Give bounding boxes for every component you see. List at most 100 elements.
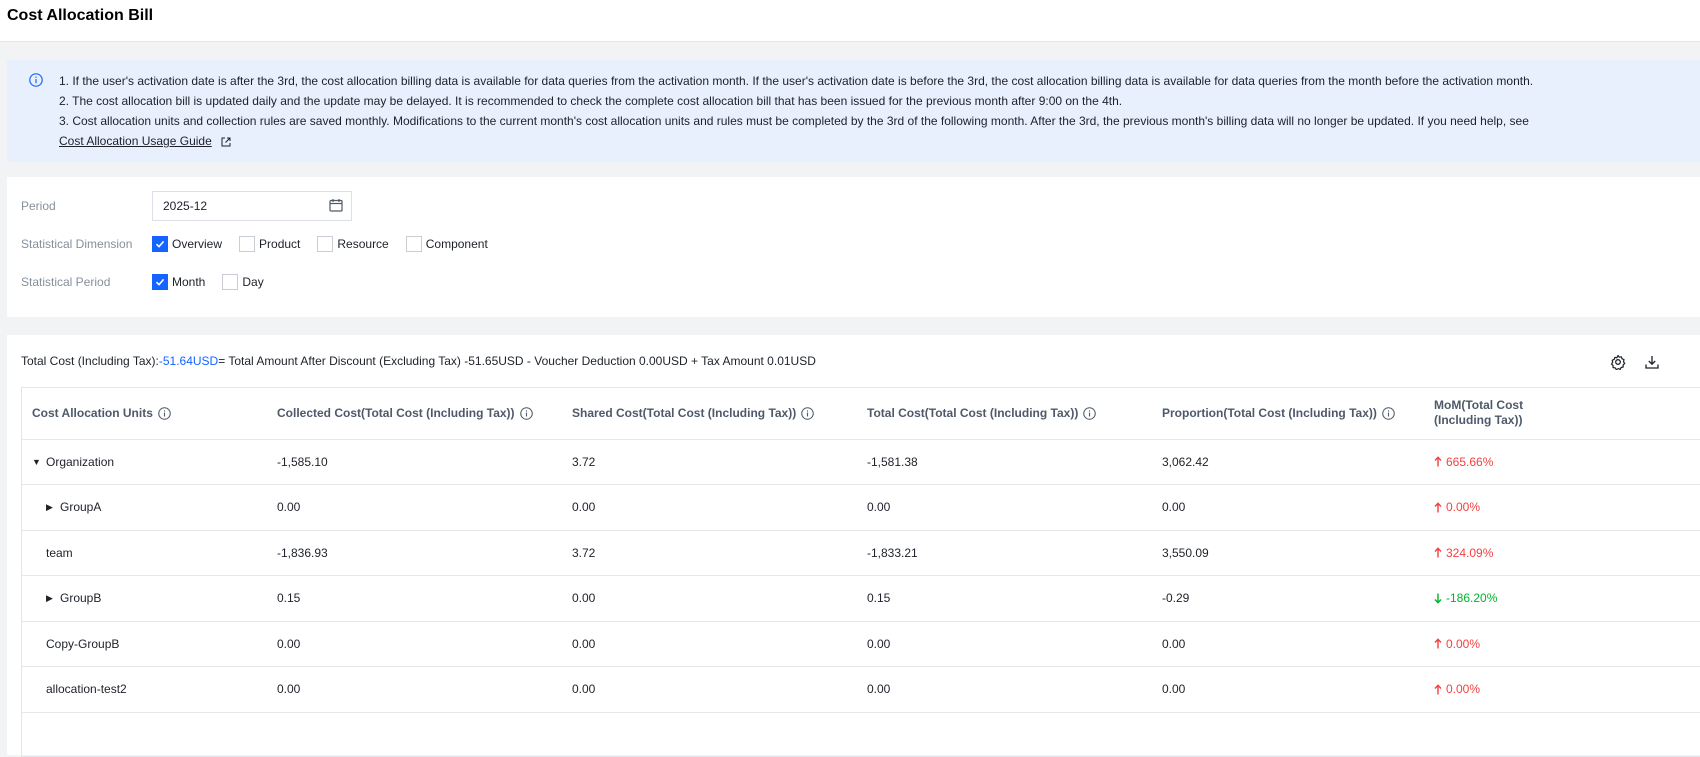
checkbox-label: Resource (337, 237, 389, 251)
checkbox-unchecked-icon[interactable] (317, 236, 334, 252)
unit-cell-inner: Copy-GroupB (32, 637, 257, 651)
table-row[interactable]: team -1,836.93 3.72 -1,833.21 3,550.09 324.09… (22, 530, 1700, 576)
info-circle-icon[interactable] (1382, 406, 1395, 420)
usage-guide-link[interactable]: Cost Allocation Usage Guide (59, 134, 212, 148)
unit-name: Organization (46, 454, 115, 469)
unit-cell-inner: team (32, 546, 257, 560)
table-row[interactable]: ▼ Organization -1,585.10 3.72 -1,581.38 3,062… (22, 439, 1700, 485)
notice-link-line: Cost Allocation Usage Guide (33, 131, 1700, 153)
arrow-down-icon (1434, 593, 1446, 604)
mom-value: -186.20% (1434, 591, 1700, 605)
unit-cell-inner: ▼ Organization (32, 455, 257, 469)
filter-panel: Period 2025-12 Statistical Dimension Ove… (7, 177, 1700, 317)
cell-total: -1,581.38 (857, 439, 1152, 485)
arrow-up-icon (1434, 684, 1446, 695)
unit-name: team (46, 545, 73, 560)
caret-right-icon[interactable]: ▶ (46, 593, 56, 604)
table-row[interactable]: Copy-GroupB 0.00 0.00 0.00 0.00 0.00% (22, 621, 1700, 667)
stat-period-row: Statistical Period Month Day (21, 267, 1700, 297)
checkbox-checked-icon[interactable] (152, 274, 168, 290)
column-header-3: Total Cost(Total Cost (Including Tax)) (857, 388, 1152, 440)
notice-line-1: 1. If the user's activation date is afte… (59, 74, 1534, 88)
table-row[interactable]: allocation-test2 0.00 0.00 0.00 0.00 0.00% (22, 666, 1700, 713)
cell-total: -1,833.21 (857, 530, 1152, 576)
cell-total: 0.00 (857, 666, 1152, 713)
cell-collected: -1,585.10 (267, 439, 562, 485)
cell-unit: allocation-test2 (22, 666, 267, 713)
column-header-0: Cost Allocation Units (22, 388, 267, 440)
info-circle-icon[interactable] (519, 406, 533, 420)
stat-period-checkbox-day[interactable]: Day (222, 274, 264, 290)
table-body: ▼ Organization -1,585.10 3.72 -1,581.38 3,062… (22, 439, 1700, 713)
mom-value: 0.00% (1434, 637, 1700, 651)
cell-shared: 3.72 (562, 439, 857, 485)
checkbox-unchecked-icon[interactable] (405, 236, 422, 252)
arrow-up-icon (1434, 456, 1446, 467)
dimension-checkbox-resource[interactable]: Resource (317, 236, 389, 252)
mom-text: 0.00% (1446, 500, 1481, 515)
cell-proportion: 0.00 (1152, 484, 1424, 531)
cell-shared: 0.00 (562, 484, 857, 531)
arrow-up-icon (1434, 638, 1446, 649)
column-header-1: Collected Cost(Total Cost (Including Tax… (267, 388, 562, 440)
cell-mom: 0.00% (1424, 621, 1700, 667)
period-value: 2025-12 (163, 199, 208, 213)
unit-cell-inner: ▶ GroupB (32, 591, 257, 605)
cell-shared: 0.00 (562, 666, 857, 713)
checkbox-unchecked-icon[interactable] (222, 274, 239, 290)
calendar-icon[interactable] (329, 198, 343, 215)
column-header-text: Proportion(Total Cost (Including Tax)) (1162, 406, 1377, 421)
gear-icon[interactable] (1610, 354, 1626, 370)
page-title: Cost Allocation Bill (7, 7, 154, 24)
checkbox-unchecked-icon[interactable] (239, 236, 256, 252)
cell-unit: ▶ GroupB (22, 575, 267, 622)
mom-value: 665.66% (1434, 455, 1700, 469)
dimension-checkbox-product[interactable]: Product (239, 236, 300, 252)
cell-mom: 0.00% (1424, 666, 1700, 713)
table-row[interactable]: ▶ GroupB 0.15 0.00 0.15 -0.29 -186.20% (22, 575, 1700, 622)
mom-value: 0.00% (1434, 500, 1700, 514)
arrow-up-icon (1434, 502, 1446, 513)
cell-collected: 0.00 (267, 484, 562, 531)
table-row[interactable]: ▶ GroupA 0.00 0.00 0.00 0.00 0.00% (22, 484, 1700, 531)
column-header-inner: Collected Cost(Total Cost (Including Tax… (277, 406, 552, 420)
dimension-checkbox-overview[interactable]: Overview (152, 236, 222, 252)
period-date-picker[interactable]: 2025-12 (152, 191, 352, 221)
table-header-row: Cost Allocation Units Collected Cost(Tota… (22, 388, 1700, 440)
info-circle-icon[interactable] (158, 406, 171, 420)
unit-name: GroupB (60, 591, 102, 606)
external-link-icon[interactable] (221, 133, 231, 153)
period-row: Period 2025-12 (21, 191, 1700, 221)
summary-total: -51.64USD (158, 354, 219, 368)
dimension-checkbox-component[interactable]: Component (405, 236, 488, 252)
unit-cell-inner: allocation-test2 (32, 682, 257, 696)
cell-collected: -1,836.93 (267, 530, 562, 576)
table-panel: Total Cost (Including Tax): -51.64USD = T… (7, 335, 1700, 757)
cell-mom: -186.20% (1424, 575, 1700, 622)
info-circle-icon[interactable] (1083, 406, 1097, 420)
cell-unit: Copy-GroupB (22, 621, 267, 667)
column-header-4: Proportion(Total Cost (Including Tax)) (1152, 388, 1424, 440)
cell-shared: 0.00 (562, 621, 857, 667)
period-label: Period (21, 199, 56, 213)
cell-proportion: 3,550.09 (1152, 530, 1424, 576)
caret-right-icon[interactable]: ▶ (46, 502, 56, 513)
notice-line-2: 2. The cost allocation bill is updated d… (59, 94, 1123, 108)
cell-collected: 0.00 (267, 666, 562, 713)
caret-down-icon[interactable]: ▼ (32, 457, 42, 467)
cell-total: 0.00 (857, 621, 1152, 667)
column-header-text: MoM(Total Cost (Including Tax)) (1434, 398, 1524, 428)
stat-period-label: Statistical Period (21, 275, 111, 289)
info-circle-icon[interactable] (801, 406, 815, 420)
column-header-inner: Shared Cost(Total Cost (Including Tax)) (572, 406, 847, 420)
cell-unit: ▼ Organization (22, 439, 267, 485)
cell-shared: 0.00 (562, 575, 857, 622)
mom-text: 324.09% (1446, 545, 1494, 560)
dimension-row: Statistical Dimension Overview Product Res… (21, 229, 1700, 259)
cell-collected: 0.00 (267, 621, 562, 667)
checkbox-checked-icon[interactable] (152, 236, 168, 252)
download-icon[interactable] (1644, 354, 1660, 370)
cost-table-container[interactable]: Cost Allocation Units Collected Cost(Tota… (21, 387, 1700, 757)
cell-proportion: -0.29 (1152, 575, 1424, 622)
stat-period-checkbox-month[interactable]: Month (152, 274, 205, 290)
